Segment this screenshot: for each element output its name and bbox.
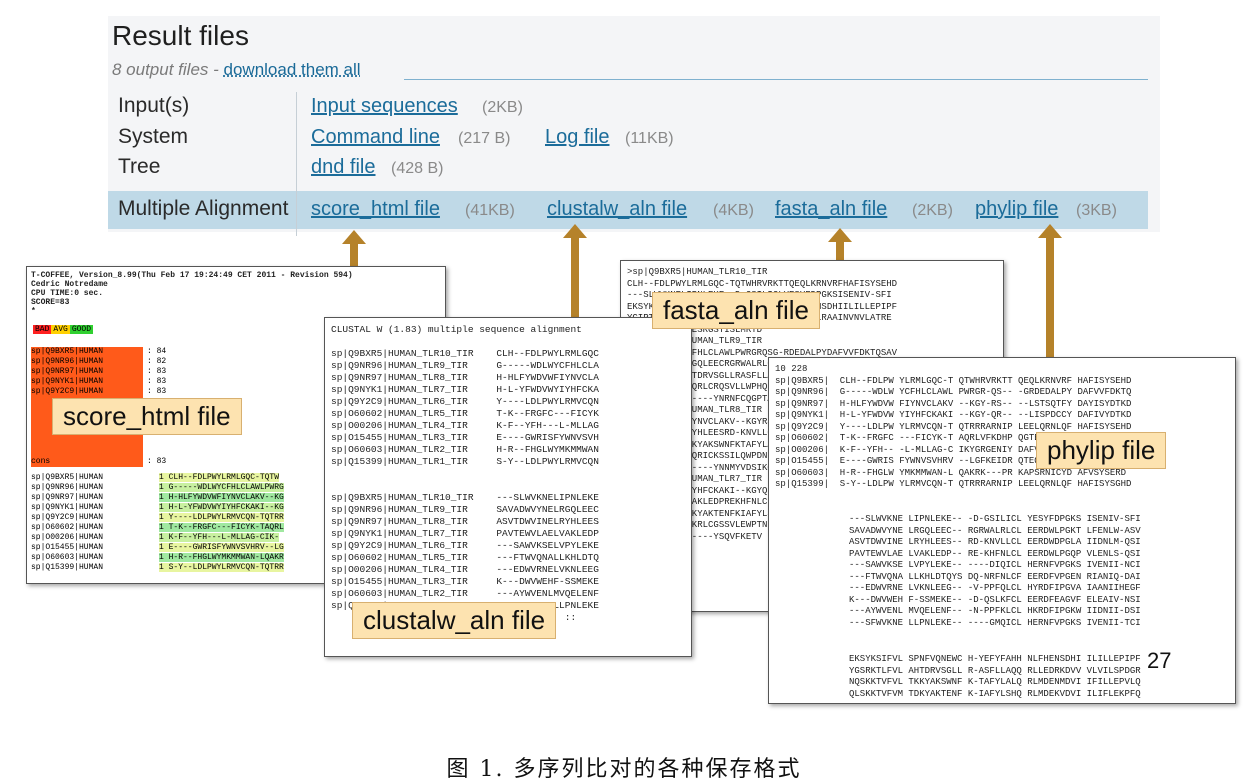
arrow-up-icon [563, 224, 587, 322]
score-legend: BAD AVG GOOD [33, 325, 94, 334]
command-line-link[interactable]: Command line [311, 126, 440, 149]
score-html-header: T-COFFEE, Version_8.99(Thu Feb 17 19:24:… [31, 271, 353, 316]
phylip-file-size: (3KB) [1076, 202, 1117, 219]
clustalw-aln-text: CLUSTAL W (1.83) multiple sequence align… [331, 324, 599, 623]
fasta-aln-file-size: (2KB) [912, 202, 953, 219]
phylip-file-link[interactable]: phylip file [975, 198, 1058, 221]
subtitle-divider [404, 79, 1148, 80]
arrow-up-icon [1038, 224, 1062, 360]
clustalw-aln-file-link[interactable]: clustalw_aln file [547, 198, 687, 221]
fasta-aln-file-link[interactable]: fasta_aln file [775, 198, 887, 221]
dnd-file-size: (428 B) [391, 160, 444, 177]
row-label-system: System [118, 125, 189, 148]
clustalw-aln-file-size: (4KB) [713, 202, 754, 219]
score-html-file-link[interactable]: score_html file [311, 198, 440, 221]
result-files-table: Input(s) System Tree Multiple Alignment … [108, 88, 1148, 236]
command-line-size: (217 B) [458, 130, 511, 147]
arrow-up-icon [828, 228, 852, 262]
column-divider [296, 92, 297, 236]
row-label-multiple-alignment: Multiple Alignment [118, 197, 289, 220]
clustalw-aln-caption: clustalw_aln file [352, 602, 557, 639]
phylip-block3: EKSYKSIFVL SPNFVQNEWC H-YEFYFAHH NLFHENS… [849, 654, 1141, 699]
dnd-file-link[interactable]: dnd file [311, 156, 376, 179]
score-html-caption: score_html file [52, 398, 242, 435]
page-number: 27 [1147, 648, 1172, 673]
row-label-inputs: Input(s) [118, 94, 190, 117]
figure-caption: 图 1. 多序列比对的各种保存格式 [446, 757, 802, 782]
output-count-text: 8 output files - [112, 60, 224, 79]
input-sequences-link[interactable]: Input sequences [311, 95, 458, 118]
download-all-link[interactable]: download them all [224, 60, 361, 79]
fasta-aln-caption: fasta_aln file [652, 292, 820, 329]
score-alignment-rows: sp|Q9BXR5|HUMAN 1 CLH--FDLPWYLRMLGQC-TQTW… [31, 473, 284, 572]
score-html-file-size: (41KB) [465, 202, 515, 219]
input-sequences-size: (2KB) [482, 99, 523, 116]
log-file-link[interactable]: Log file [545, 126, 610, 149]
panel-subtitle: 8 output files - download them all [112, 60, 361, 80]
panel-title: Result files [112, 20, 249, 51]
log-file-size: (11KB) [625, 130, 674, 147]
phylip-block2: ---SLWVKNE LIPNLEKE-- -D-GSILICL YESYFDP… [849, 514, 1141, 628]
phylip-caption: phylip file [1036, 432, 1167, 469]
phylip-preview: 10 228 sp|Q9BXR5| CLH--FDLPW YLRMLGQC-T Q… [768, 357, 1236, 704]
row-label-tree: Tree [118, 155, 161, 178]
